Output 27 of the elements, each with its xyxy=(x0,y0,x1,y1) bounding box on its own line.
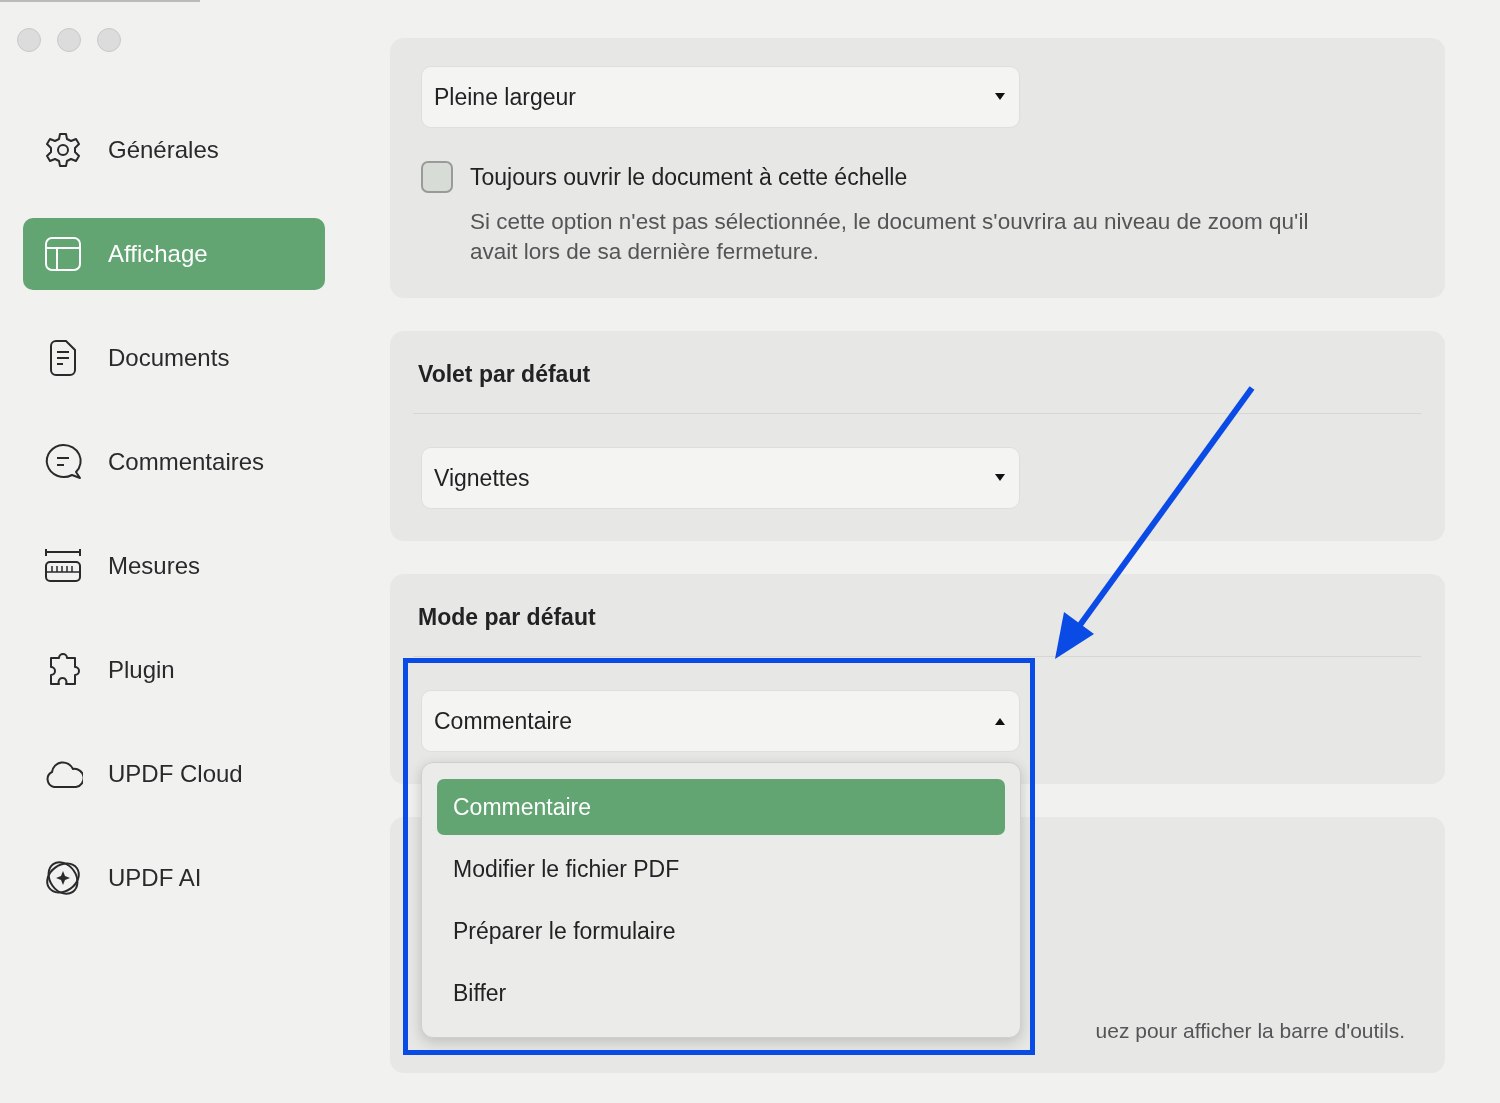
window-control[interactable] xyxy=(97,28,121,52)
sidebar-item[interactable]: UPDF Cloud xyxy=(23,738,325,810)
layout-icon xyxy=(43,234,83,274)
gear-icon xyxy=(43,130,83,170)
dropdown[interactable]: Commentaire xyxy=(421,690,1020,752)
speech-bubble-icon xyxy=(43,442,83,482)
sparkle-icon xyxy=(43,858,83,898)
dropdown[interactable]: Pleine largeur xyxy=(421,66,1020,128)
help-text: uez pour afficher la barre d'outils. xyxy=(1095,1019,1405,1043)
sidebar-item[interactable]: Commentaires xyxy=(23,426,325,498)
checkbox-label: Toujours ouvrir le document à cette échelle xyxy=(470,163,908,191)
sidebar-item[interactable]: Plugin xyxy=(23,634,325,706)
window-control[interactable] xyxy=(17,28,41,52)
window-control[interactable] xyxy=(57,28,81,52)
caret-up-icon xyxy=(993,716,1007,726)
sidebar-item[interactable]: UPDF AI xyxy=(23,842,325,914)
menu-item[interactable]: Biffer xyxy=(437,965,1005,1021)
checkbox[interactable] xyxy=(421,161,453,193)
sidebar-item[interactable]: Générales xyxy=(23,114,325,186)
caret-down-icon xyxy=(993,92,1007,102)
menu-item[interactable]: Modifier le fichier PDF xyxy=(437,841,1005,897)
menu-item[interactable]: Préparer le formulaire xyxy=(437,903,1005,959)
sidebar-item[interactable]: Mesures xyxy=(23,530,325,602)
dropdown[interactable]: Vignettes xyxy=(421,447,1020,509)
help-text: Si cette option n'est pas sélectionnée, le document s'ouvrira au niveau de zoom qu'il avait lors de sa dernière fermeture. xyxy=(470,208,1310,266)
caret-down-icon xyxy=(993,473,1007,483)
sidebar-item[interactable]: Documents xyxy=(23,322,325,394)
